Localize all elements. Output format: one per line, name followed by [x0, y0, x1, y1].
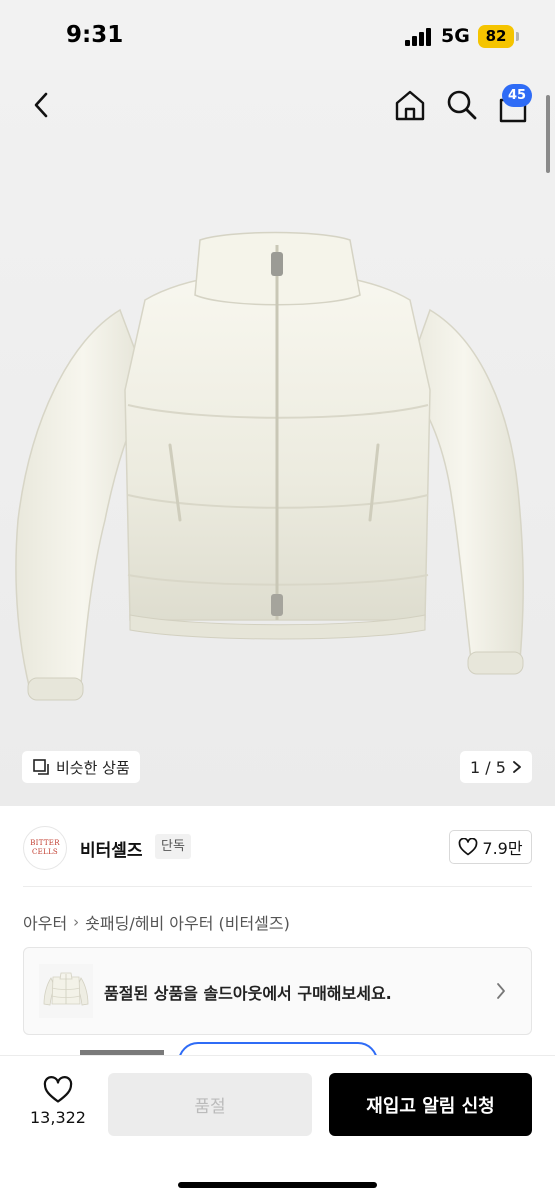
status-time: 9:31: [66, 22, 124, 48]
status-bar: 9:31 5G 82: [0, 0, 555, 70]
home-button[interactable]: [390, 86, 430, 124]
chevron-left-icon: [34, 92, 48, 118]
brand-like-button[interactable]: 7.9만: [449, 830, 532, 864]
brand-like-count: 7.9만: [482, 839, 523, 858]
wishlist-count: 13,322: [30, 1108, 86, 1127]
brand-row: BITTER CELLS 비터셀즈 단독 7.9만: [0, 806, 555, 886]
soldout-button: 품절: [108, 1073, 312, 1136]
signal-icon: [405, 28, 435, 46]
similar-icon: [33, 759, 49, 775]
page-indicator: 1 / 5: [470, 757, 506, 777]
product-image[interactable]: [0, 190, 555, 750]
search-button[interactable]: [443, 86, 481, 124]
gallery-pager[interactable]: 1 / 5: [460, 751, 532, 783]
breadcrumb-category[interactable]: 아우터: [23, 910, 67, 934]
bottom-action-bar: 13,322 품절 재입고 알림 신청: [0, 1055, 555, 1200]
exclusive-tag: 단독: [155, 834, 191, 859]
soldout-banner-text: 품절된 상품을 솔드아웃에서 구매해보세요.: [104, 984, 392, 1003]
brand-logo-line1: BITTER: [30, 839, 60, 847]
battery-icon: 82: [478, 25, 514, 48]
similar-products-button[interactable]: 비슷한 상품: [22, 751, 140, 783]
home-indicator: [178, 1182, 377, 1188]
similar-products-label: 비슷한 상품: [56, 758, 130, 777]
soldout-market-banner[interactable]: 품절된 상품을 솔드아웃에서 구매해보세요.: [23, 947, 532, 1035]
restock-alert-button[interactable]: 재입고 알림 신청: [329, 1073, 532, 1136]
breadcrumb-subcategory[interactable]: 숏패딩/헤비 아우터 (비터셀즈): [85, 910, 290, 934]
cart-count-badge: 45: [502, 84, 532, 107]
breadcrumb: 아우터 › 숏패딩/헤비 아우터 (비터셀즈): [23, 910, 290, 934]
chevron-right-icon: ›: [73, 913, 80, 931]
search-icon: [447, 90, 477, 120]
battery-tip: [516, 32, 519, 41]
divider: [23, 886, 532, 887]
back-button[interactable]: [24, 88, 58, 122]
heart-outline-icon: [459, 838, 478, 856]
home-icon: [395, 90, 425, 121]
brand-name[interactable]: 비터셀즈: [80, 836, 143, 861]
scroll-indicator: [546, 95, 550, 173]
wishlist-button[interactable]: 13,322: [22, 1076, 94, 1136]
chevron-right-icon: [513, 761, 521, 773]
brand-logo[interactable]: BITTER CELLS: [23, 826, 67, 870]
heart-outline-icon: [43, 1076, 73, 1103]
network-label: 5G: [441, 25, 470, 47]
banner-thumbnail: [39, 964, 93, 1018]
chevron-right-icon: [497, 983, 505, 999]
brand-logo-line2: CELLS: [31, 848, 59, 856]
